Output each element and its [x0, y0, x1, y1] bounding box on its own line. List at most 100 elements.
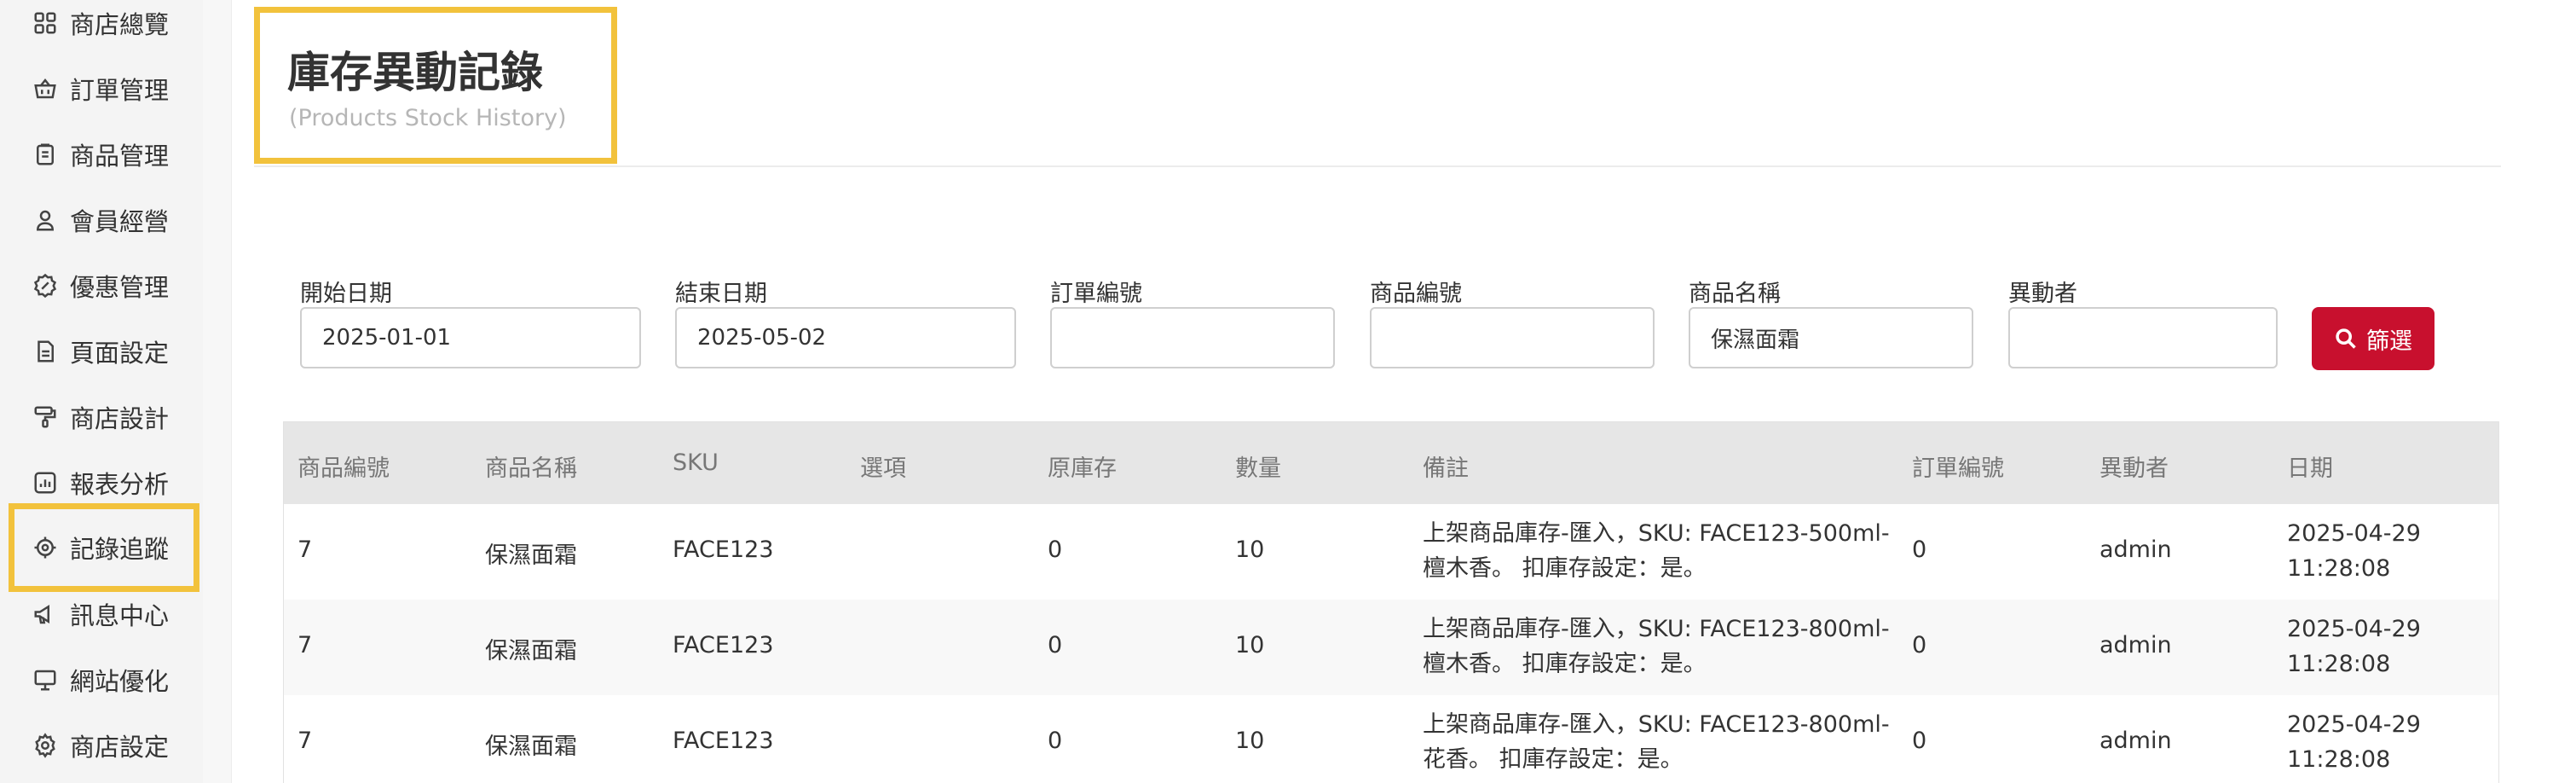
- cell-product-no: 7: [297, 728, 313, 754]
- sidebar-item-record-tracking[interactable]: 記錄追蹤: [9, 503, 199, 592]
- user-icon: [36, 210, 55, 231]
- sidebar-gutter: [203, 0, 232, 783]
- start-date-input[interactable]: [300, 307, 641, 368]
- sidebar-item-label: 訊息中心: [70, 601, 170, 630]
- page-header: 庫存異動記錄 (Products Stock History): [254, 7, 617, 164]
- col-product-name[interactable]: 商品名稱: [485, 450, 577, 483]
- sidebar-item-label: 訂單管理: [70, 76, 170, 105]
- sidebar-item-orders[interactable]: 訂單管理: [9, 59, 199, 119]
- cell-order-no: 0: [1912, 536, 1927, 563]
- clipboard-icon: [37, 143, 54, 165]
- stock-history-table: 商品編號 商品名稱 SKU 選項 原庫存 數量 備註 訂單編號 異動者 日期 7…: [283, 421, 2499, 783]
- product-name-input[interactable]: [1689, 307, 1973, 368]
- cell-orig-stock: 0: [1048, 536, 1063, 563]
- cell-qty: 10: [1235, 536, 1265, 563]
- sidebar-item-message-center[interactable]: 訊息中心: [9, 584, 199, 644]
- cell-date-time: 11:28:08: [2287, 746, 2391, 773]
- col-sku[interactable]: SKU: [673, 450, 719, 476]
- col-note[interactable]: 備註: [1423, 450, 1469, 483]
- sidebar-item-label: 商店總覽: [70, 10, 170, 39]
- megaphone-icon: [34, 604, 49, 624]
- cell-product-no: 7: [297, 632, 313, 658]
- cell-note-line: 上架商品庫存-匯入，SKU: FACE123-500ml-: [1423, 520, 1890, 547]
- sidebar-item-label: 記錄追蹤: [70, 535, 170, 564]
- sidebar-item-page-settings[interactable]: 頁面設定: [9, 322, 199, 381]
- cell-order-no: 0: [1912, 728, 1927, 754]
- header-divider: [254, 165, 2501, 167]
- end-date-input[interactable]: [675, 307, 1016, 368]
- sidebar-item-label: 會員經營: [70, 207, 170, 236]
- order-no-input[interactable]: [1050, 307, 1335, 368]
- page-title: 庫存異動記錄: [287, 48, 543, 97]
- filter-button-label: 篩選: [2366, 328, 2412, 355]
- sidebar-item-store-design[interactable]: 商店設計: [9, 387, 199, 447]
- operator-input[interactable]: [2008, 307, 2278, 368]
- chart-icon: [34, 472, 56, 494]
- sidebar-item-label: 頁面設定: [70, 339, 170, 368]
- sidebar-item-store-settings[interactable]: 商店設定: [9, 716, 199, 775]
- cell-product-no: 7: [297, 536, 313, 563]
- table-header: 商品編號 商品名稱 SKU 選項 原庫存 數量 備註 訂單編號 異動者 日期: [284, 422, 2498, 504]
- cell-orig-stock: 0: [1048, 632, 1063, 658]
- operator-label: 異動者: [2008, 281, 2077, 307]
- cell-note: 上架商品庫存-匯入，SKU: FACE123-800ml- 檀木香。 扣庫存設定…: [1423, 612, 1890, 682]
- sidebar-item-label: 商店設計: [70, 404, 170, 433]
- col-qty[interactable]: 數量: [1235, 450, 1281, 483]
- paint-roller-icon: [34, 406, 56, 428]
- cell-qty: 10: [1235, 632, 1265, 658]
- sidebar-item-members[interactable]: 會員經營: [9, 190, 199, 250]
- cell-date-day: 2025-04-29: [2287, 520, 2421, 547]
- cell-note-line: 檀木香。 扣庫存設定：是。: [1423, 651, 1707, 677]
- product-no-label: 商品編號: [1370, 281, 1462, 307]
- end-date-label: 結束日期: [675, 281, 767, 307]
- gear-icon: [35, 733, 55, 758]
- table-row: 7 保濕面霜 FACE123 0 10 上架商品庫存-匯入，SKU: FACE1…: [284, 600, 2498, 695]
- cell-product-name: 保濕面霜: [485, 542, 577, 569]
- cell-order-no: 0: [1912, 632, 1927, 658]
- col-order-no[interactable]: 訂單編號: [1912, 450, 2004, 483]
- sidebar-item-label: 優惠管理: [70, 273, 170, 302]
- filter-button[interactable]: 篩選: [2312, 307, 2434, 370]
- page-icon: [38, 340, 54, 362]
- dashboard-grid-icon: [34, 12, 56, 34]
- sidebar-item-promotions[interactable]: 優惠管理: [9, 256, 199, 316]
- start-date-label: 開始日期: [300, 281, 392, 307]
- sidebar-item-label: 網站優化: [70, 667, 170, 696]
- cell-date-time: 11:28:08: [2287, 555, 2391, 582]
- col-date[interactable]: 日期: [2287, 450, 2333, 483]
- cell-note-line: 檀木香。 扣庫存設定：是。: [1423, 555, 1707, 582]
- discount-badge-icon: [33, 273, 57, 299]
- table-row: 7 保濕面霜 FACE123 0 10 上架商品庫存-匯入，SKU: FACE1…: [284, 504, 2498, 600]
- cell-sku: FACE123: [673, 632, 774, 658]
- col-operator[interactable]: 異動者: [2099, 450, 2169, 483]
- cell-date-day: 2025-04-29: [2287, 711, 2421, 738]
- cell-product-name: 保濕面霜: [485, 638, 577, 664]
- product-no-input[interactable]: [1370, 307, 1655, 368]
- basket-icon: [34, 78, 56, 99]
- cell-orig-stock: 0: [1048, 728, 1063, 754]
- cell-date-day: 2025-04-29: [2287, 616, 2421, 642]
- cell-date-time: 11:28:08: [2287, 651, 2391, 677]
- sidebar-item-products[interactable]: 商品管理: [9, 125, 199, 184]
- monitor-icon: [34, 670, 56, 691]
- order-no-label: 訂單編號: [1050, 281, 1142, 307]
- sidebar-item-label: 商店設定: [70, 733, 170, 762]
- table-row: 7 保濕面霜 FACE123 0 10 上架商品庫存-匯入，SKU: FACE1…: [284, 695, 2498, 783]
- sidebar-item-label: 商品管理: [70, 142, 170, 171]
- sidebar-item-store-overview[interactable]: 商店總覽: [9, 0, 199, 53]
- cell-operator: admin: [2099, 728, 2172, 754]
- search-icon: [2336, 328, 2356, 349]
- cell-note-line: 上架商品庫存-匯入，SKU: FACE123-800ml-: [1423, 711, 1890, 738]
- cell-product-name: 保濕面霜: [485, 734, 577, 760]
- col-orig-stock[interactable]: 原庫存: [1048, 450, 1117, 483]
- cell-note-line: 上架商品庫存-匯入，SKU: FACE123-800ml-: [1423, 616, 1890, 642]
- cell-note: 上架商品庫存-匯入，SKU: FACE123-800ml- 花香。 扣庫存設定：…: [1423, 707, 1890, 777]
- page-subtitle: (Products Stock History): [289, 105, 567, 131]
- cell-sku: FACE123: [673, 536, 774, 563]
- sidebar-item-label: 報表分析: [70, 470, 170, 499]
- sidebar-item-seo[interactable]: 網站優化: [9, 650, 199, 710]
- cell-date: 2025-04-29 11:28:08: [2287, 516, 2421, 586]
- cell-date: 2025-04-29 11:28:08: [2287, 707, 2421, 777]
- col-product-no[interactable]: 商品編號: [297, 450, 390, 483]
- col-option[interactable]: 選項: [860, 450, 906, 483]
